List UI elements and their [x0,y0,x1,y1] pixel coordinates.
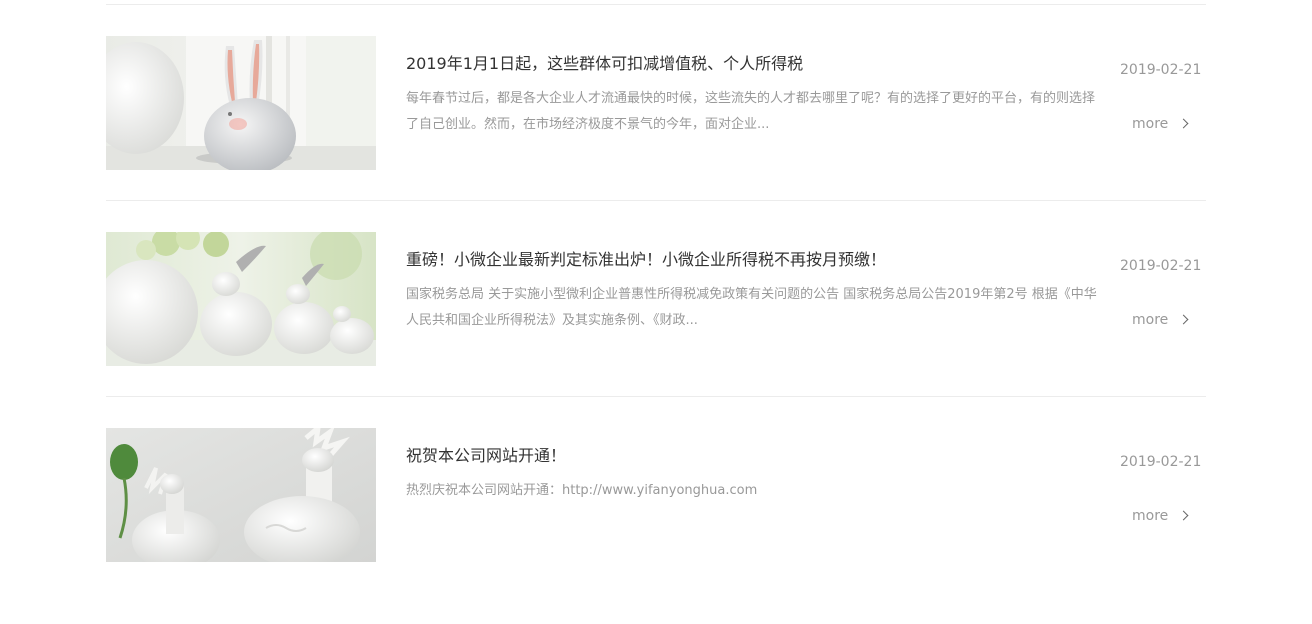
news-item: 重磅！小微企业最新判定标准出炉！小微企业所得税不再按月预缴！ 国家税务总局 关于… [106,232,1206,428]
chevron-right-icon [1178,510,1189,521]
news-title[interactable]: 2019年1月1日起，这些群体可扣减增值税、个人所得税 [406,50,1096,74]
divider [106,200,1206,201]
more-link[interactable]: more [1132,116,1189,132]
more-link[interactable]: more [1132,312,1189,328]
more-link[interactable]: more [1132,508,1189,524]
news-summary: 每年春节过后，都是各大企业人才流通最快的时候，这些流失的人才都去哪里了呢？有的选… [406,91,1096,132]
news-summary: 热烈庆祝本公司网站开通：http://www.yifanyonghua.com [406,483,758,498]
news-thumbnail[interactable] [106,232,376,366]
news-date: 2019-02-21 [1120,62,1202,78]
chevron-right-icon [1178,314,1189,325]
ceramic-rabbit-image [106,36,376,170]
news-date: 2019-02-21 [1120,454,1202,470]
news-date: 2019-02-21 [1120,258,1202,274]
news-title[interactable]: 重磅！小微企业最新判定标准出炉！小微企业所得税不再按月预缴！ [406,246,1096,270]
chevron-right-icon [1178,118,1189,129]
news-item: 祝贺本公司网站开通！ 热烈庆祝本公司网站开通：http://www.yifany… [106,428,1206,624]
news-thumbnail[interactable] [106,428,376,562]
news-thumbnail[interactable] [106,36,376,170]
more-label: more [1132,116,1169,132]
news-title[interactable]: 祝贺本公司网站开通！ [406,442,1096,466]
more-label: more [1132,508,1169,524]
more-label: more [1132,312,1169,328]
news-item: 2019年1月1日起，这些群体可扣减增值税、个人所得税 每年春节过后，都是各大企… [106,36,1206,232]
divider [106,396,1206,397]
ceramic-deer-image [106,428,376,562]
news-summary: 国家税务总局 关于实施小型微利企业普惠性所得税减免政策有关问题的公告 国家税务总… [406,287,1097,328]
ceramic-rabbits-flowers-image [106,232,376,366]
divider [106,4,1206,5]
